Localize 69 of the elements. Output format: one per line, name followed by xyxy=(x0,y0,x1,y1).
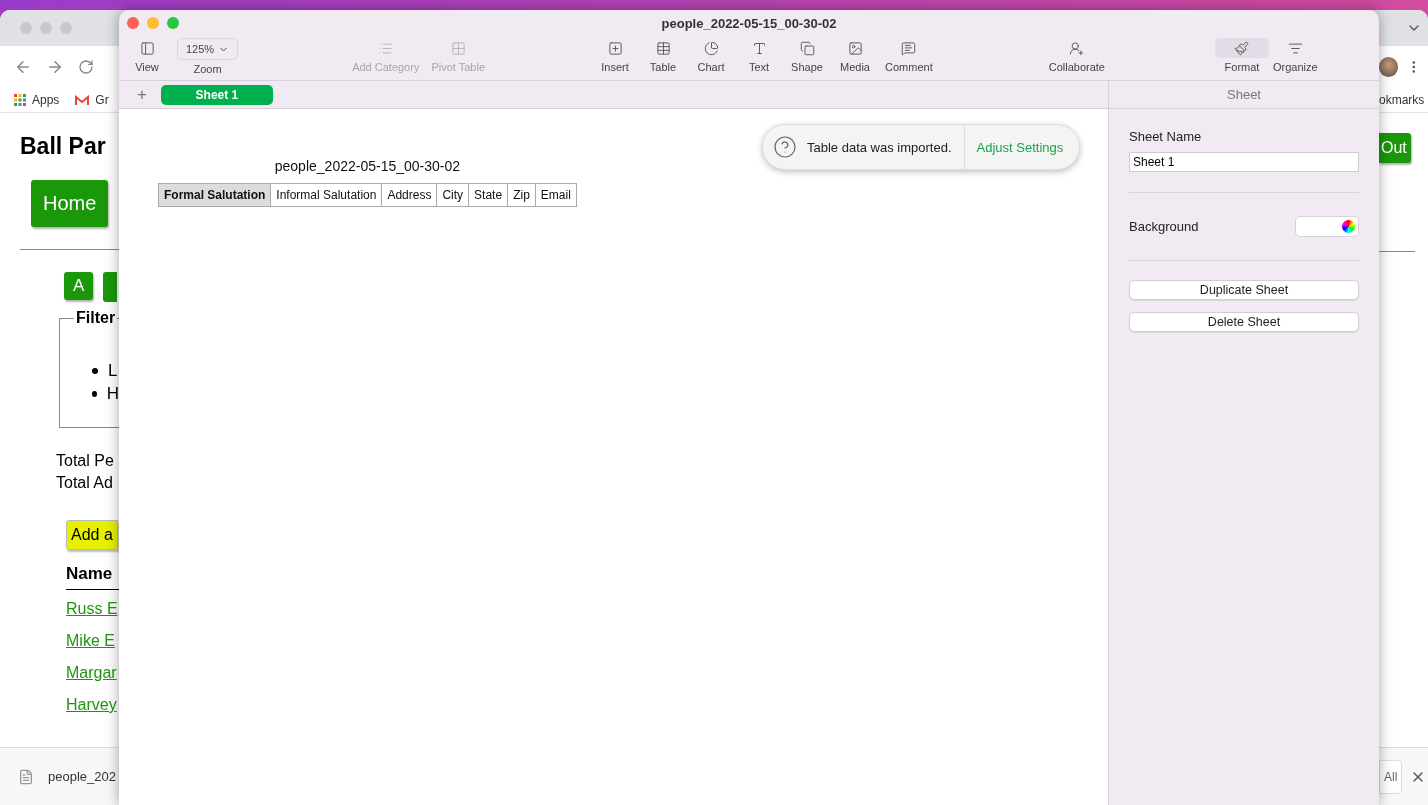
paintbrush-icon xyxy=(1234,40,1250,56)
sidebar-icon xyxy=(139,40,155,56)
zoom-button[interactable] xyxy=(167,17,179,29)
close-button[interactable] xyxy=(127,17,139,29)
bookmark-link[interactable]: Apps xyxy=(32,93,60,107)
toolbar-button[interactable]: Collaborate xyxy=(1048,36,1105,73)
filter-item: L xyxy=(108,361,118,381)
forward-icon[interactable] xyxy=(46,58,64,76)
header-cell[interactable]: Formal Salutation xyxy=(159,184,271,206)
color-well[interactable] xyxy=(1295,216,1359,237)
toolbar-button[interactable]: Media xyxy=(837,36,873,73)
toolbar-button[interactable]: Shape xyxy=(789,36,825,73)
comment-icon xyxy=(901,40,917,56)
list-icon xyxy=(378,40,394,56)
name-link[interactable]: Russ E xyxy=(66,598,119,620)
shapes-icon xyxy=(799,40,815,56)
add-person-icon xyxy=(1069,40,1085,56)
field-label: Sheet Name xyxy=(1129,129,1203,144)
show-all-button[interactable]: All xyxy=(1379,759,1403,794)
table-title: people_2022-05-15_00-30-02 xyxy=(274,158,461,174)
inspector-title: Sheet xyxy=(1108,81,1379,108)
total-label: Total Ad xyxy=(56,473,114,493)
grid-icon xyxy=(450,40,466,56)
image-icon xyxy=(847,40,863,56)
file-icon xyxy=(18,768,34,785)
apps-grid-icon xyxy=(14,94,26,106)
notice-message: Table data was imported. xyxy=(806,139,953,155)
letter-button[interactable]: A xyxy=(64,272,94,300)
window-title: people_2022-05-15_00-30-02 xyxy=(661,15,837,31)
pie-chart-icon xyxy=(703,40,719,56)
color-wheel-icon xyxy=(1342,220,1355,233)
table-icon xyxy=(655,40,671,56)
toolbar-button[interactable]: View xyxy=(129,36,165,75)
logout-button[interactable]: Out xyxy=(1379,133,1411,163)
sheet-action-button[interactable]: Delete Sheet xyxy=(1129,312,1359,332)
mail-icon xyxy=(75,94,90,106)
total-label: Total Pe xyxy=(56,451,115,471)
reload-icon[interactable] xyxy=(78,59,94,75)
sheet-action-button[interactable]: Duplicate Sheet xyxy=(1129,280,1359,300)
add-sheet-button[interactable]: + xyxy=(137,84,147,105)
avatar[interactable] xyxy=(1379,57,1399,77)
page-heading: Ball Par xyxy=(20,133,107,160)
filter-icon xyxy=(1287,40,1303,56)
download-item[interactable]: people_202 xyxy=(48,769,116,784)
toolbar-button[interactable]: Organize xyxy=(1272,36,1318,73)
zoom-control[interactable]: 125% Zoom xyxy=(177,36,239,75)
toolbar-button[interactable]: Comment xyxy=(885,36,933,73)
bullet-icon xyxy=(92,368,98,374)
field-label: Background xyxy=(1129,219,1199,234)
text-icon xyxy=(751,40,767,56)
add-button[interactable]: Add a xyxy=(66,520,118,550)
filter-item: H xyxy=(106,384,119,404)
zoom-dropdown[interactable]: 125% xyxy=(177,38,239,60)
back-icon[interactable] xyxy=(14,58,32,76)
toolbar-button[interactable]: Text xyxy=(741,36,777,73)
name-link[interactable]: Mike E xyxy=(66,630,119,652)
name-link[interactable]: Margar xyxy=(66,662,119,684)
help-icon[interactable] xyxy=(773,135,797,159)
insert-icon xyxy=(607,40,623,56)
letter-button[interactable] xyxy=(103,272,118,302)
bookmarks-label[interactable]: okmarks xyxy=(1379,93,1425,107)
name-link[interactable]: Harvey xyxy=(66,694,119,716)
home-button[interactable]: Home xyxy=(31,180,109,227)
toolbar-button[interactable]: Table xyxy=(645,36,681,73)
toolbar-button[interactable]: Insert xyxy=(597,36,633,73)
bullet-icon xyxy=(92,391,97,397)
toolbar-button[interactable]: Chart xyxy=(693,36,729,73)
sheet-name-field[interactable]: Sheet 1 xyxy=(1129,152,1359,172)
bookmark-link[interactable]: Gr xyxy=(95,93,109,107)
